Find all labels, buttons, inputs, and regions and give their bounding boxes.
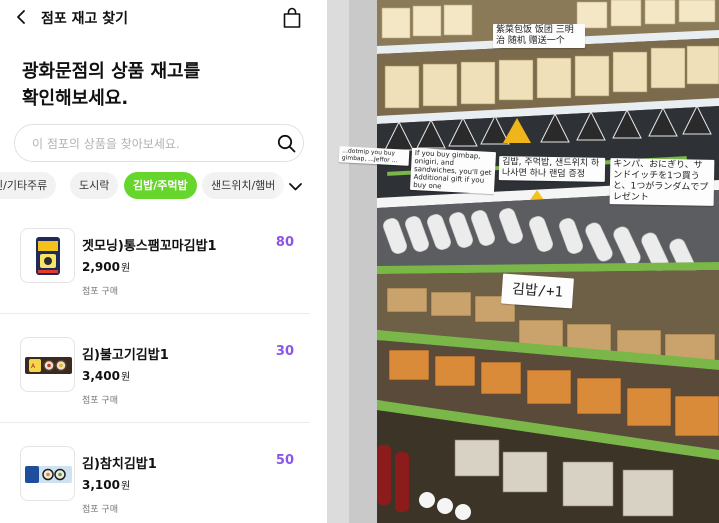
currency-label: 원 bbox=[120, 481, 131, 492]
product-item[interactable]: 겟모닝)통스팸꼬마김밥1 2,900원 점포 구매 80 bbox=[0, 205, 310, 314]
search-bar bbox=[14, 124, 304, 162]
product-price: 3,400원 bbox=[82, 368, 130, 383]
product-thumbnail: A bbox=[20, 337, 75, 392]
shopping-bag-icon[interactable] bbox=[282, 7, 302, 29]
category-chip[interactable]: 인/기타주류 bbox=[0, 172, 57, 199]
stock-count: 80 bbox=[275, 235, 294, 250]
search-input[interactable] bbox=[32, 134, 272, 154]
store-shelf-photo: 紫菜包饭 饭团 三明治 随机 赠送一个 ...dotmip you buy gi… bbox=[327, 0, 719, 523]
header: 점포 재고 찾기 bbox=[0, 0, 327, 36]
search-icon[interactable] bbox=[277, 134, 296, 153]
product-name: 김)참치김밥1 bbox=[82, 457, 157, 472]
page-title: 점포 재고 찾기 bbox=[41, 11, 129, 27]
promo-label-english: If you buy gimbap, onigiri, and sandwich… bbox=[409, 147, 497, 195]
headline-line-1: 광화문점의 상품 재고를 bbox=[22, 61, 201, 82]
currency-label: 원 bbox=[120, 372, 131, 383]
category-tabs: 인/기타주류 도시락 김밥/주먹밥 샌드위치/햄버 bbox=[0, 172, 327, 200]
shelf-illustration bbox=[327, 0, 719, 523]
chevron-down-icon[interactable] bbox=[288, 182, 303, 192]
store-inventory-screen: 점포 재고 찾기 광화문점의 상품 재고를 확인해보세요. 인/기타주류 도시락… bbox=[0, 0, 327, 523]
purchase-method: 점포 구매 bbox=[82, 505, 118, 515]
headline-line-2: 확인해보세요. bbox=[22, 88, 129, 109]
price-value: 3,100 bbox=[82, 478, 120, 492]
gimbap-package-image: A bbox=[25, 357, 72, 374]
product-price: 2,900원 bbox=[82, 259, 130, 274]
promo-label-japanese: キンパ、おにぎり、サンドイッチを1つ買うと、1つがランダムでプレゼント bbox=[609, 158, 715, 206]
headline: 광화문점의 상품 재고를 확인해보세요. bbox=[22, 58, 200, 112]
product-price: 3,100원 bbox=[82, 477, 130, 492]
product-item[interactable]: 김)참치김밥1 3,100원 점포 구매 50 bbox=[0, 423, 310, 523]
product-name: 김)불고기김밥1 bbox=[82, 348, 169, 363]
price-value: 3,400 bbox=[82, 369, 120, 383]
price-value: 2,900 bbox=[82, 260, 120, 274]
gimbap-can-image bbox=[36, 237, 60, 275]
product-thumbnail bbox=[20, 446, 75, 501]
promo-label-chinese: 紫菜包饭 饭团 三明治 随机 赠送一个 bbox=[493, 24, 585, 48]
product-name: 겟모닝)통스팸꼬마김밥1 bbox=[82, 239, 217, 254]
promo-label-korean: 김밥, 주먹밥, 샌드위치 하나사면 하나 랜덤 증정 bbox=[498, 156, 606, 182]
category-chip-selected[interactable]: 김밥/주먹밥 bbox=[124, 172, 197, 199]
back-arrow-icon[interactable] bbox=[14, 9, 30, 25]
gimbap-package-image bbox=[25, 466, 72, 483]
handwritten-sign: 김밥/+1 bbox=[501, 273, 575, 309]
purchase-method: 점포 구매 bbox=[82, 287, 118, 297]
currency-label: 원 bbox=[120, 263, 131, 274]
purchase-method: 점포 구매 bbox=[82, 396, 118, 406]
stock-count: 50 bbox=[275, 453, 294, 468]
product-thumbnail bbox=[20, 228, 75, 283]
category-chip[interactable]: 도시락 bbox=[70, 172, 119, 199]
stock-count: 30 bbox=[275, 344, 294, 359]
product-item[interactable]: A 김)불고기김밥1 3,400원 점포 구매 30 bbox=[0, 314, 310, 423]
